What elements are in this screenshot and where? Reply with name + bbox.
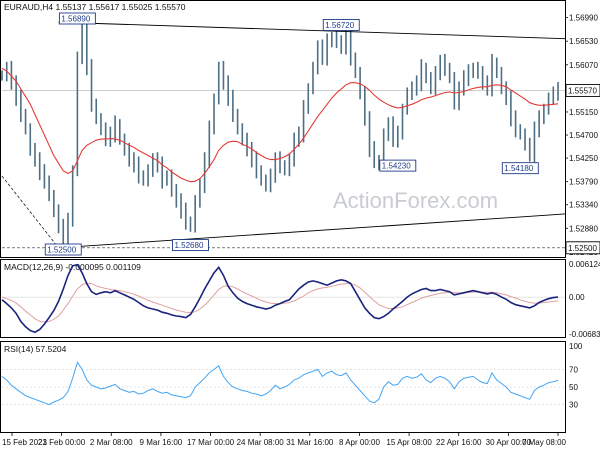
rsi-layer xyxy=(1,361,565,406)
rsi-axis-label: 50 xyxy=(569,383,578,392)
rsi-axis-label: 70 xyxy=(569,365,578,374)
price-axis-label: 1.55150 xyxy=(569,108,598,117)
rsi-line xyxy=(1,361,559,406)
price-axis-label: 1.52880 xyxy=(569,224,598,233)
x-axis-label: 7 May 08:00 xyxy=(522,438,567,447)
price-axis-label: 1.53340 xyxy=(569,201,598,210)
trend-line-lower xyxy=(58,213,566,249)
rsi-axis-label: 100 xyxy=(569,342,583,351)
annotation-label: 1.56890 xyxy=(61,15,90,24)
x-axis-label: 9 Mar 16:00 xyxy=(140,438,183,447)
price-axis-label: 1.56990 xyxy=(569,14,598,23)
price-panel-header: EURAUD,H4 1.55137 1.55617 1.55025 1.5557… xyxy=(4,2,186,12)
macd-axis-label: 0.006124 xyxy=(569,260,600,269)
x-axis-label: 24 Mar 08:00 xyxy=(237,438,285,447)
macd-axis-label: -0.006837 xyxy=(569,330,600,339)
macd-signal-line xyxy=(1,282,559,323)
chart-canvas: ActionForex.com EURAUD,H4 1.55137 1.5561… xyxy=(0,0,600,447)
price-axis-label: 1.54700 xyxy=(569,131,598,140)
price-axis-label: 1.56530 xyxy=(569,37,598,46)
x-axis-label: 15 Apr 08:00 xyxy=(386,438,432,447)
annotation-label: 1.52680 xyxy=(174,241,203,250)
macd-axis-label: 0.00 xyxy=(569,293,585,302)
annotation-label: 1.54180 xyxy=(504,164,533,173)
macd-layer xyxy=(1,263,565,334)
x-axis-label: 22 Apr 16:00 xyxy=(436,438,482,447)
x-axis-label: 2 Mar 08:00 xyxy=(90,438,133,447)
current-price-label: 1.55570 xyxy=(568,86,597,95)
price-axis-label: 1.53790 xyxy=(569,178,598,187)
trend-line-upper xyxy=(58,21,566,40)
price-axis-label: 1.56070 xyxy=(569,61,598,70)
price-panel-frame xyxy=(0,0,566,258)
rsi-axis-label: 30 xyxy=(569,401,578,410)
x-axis-label: 17 Mar 00:00 xyxy=(187,438,235,447)
x-axis-label: 8 Apr 00:00 xyxy=(339,438,380,447)
rsi-panel-header: RSI(14) 57.5204 xyxy=(4,344,67,354)
annotation-label: 1.52500 xyxy=(47,246,76,255)
annotation-label: 1.56720 xyxy=(325,21,354,30)
annotation-label: 1.54230 xyxy=(382,162,411,171)
x-axis-label: 23 Feb 00:00 xyxy=(38,438,86,447)
price-axis-label: 1.54250 xyxy=(569,154,598,163)
macd-line xyxy=(1,263,559,334)
price-layer: 1.56890 1.56720 1.52500 1.52680 1.54230 1.541… xyxy=(1,12,566,256)
trend-line-dashed xyxy=(1,175,59,249)
x-axis-label: 31 Mar 16:00 xyxy=(286,438,334,447)
watermark: ActionForex.com xyxy=(333,188,498,213)
level-label: 1.52500 xyxy=(568,244,597,253)
chart-window: ActionForex.com EURAUD,H4 1.55137 1.5561… xyxy=(0,0,600,450)
